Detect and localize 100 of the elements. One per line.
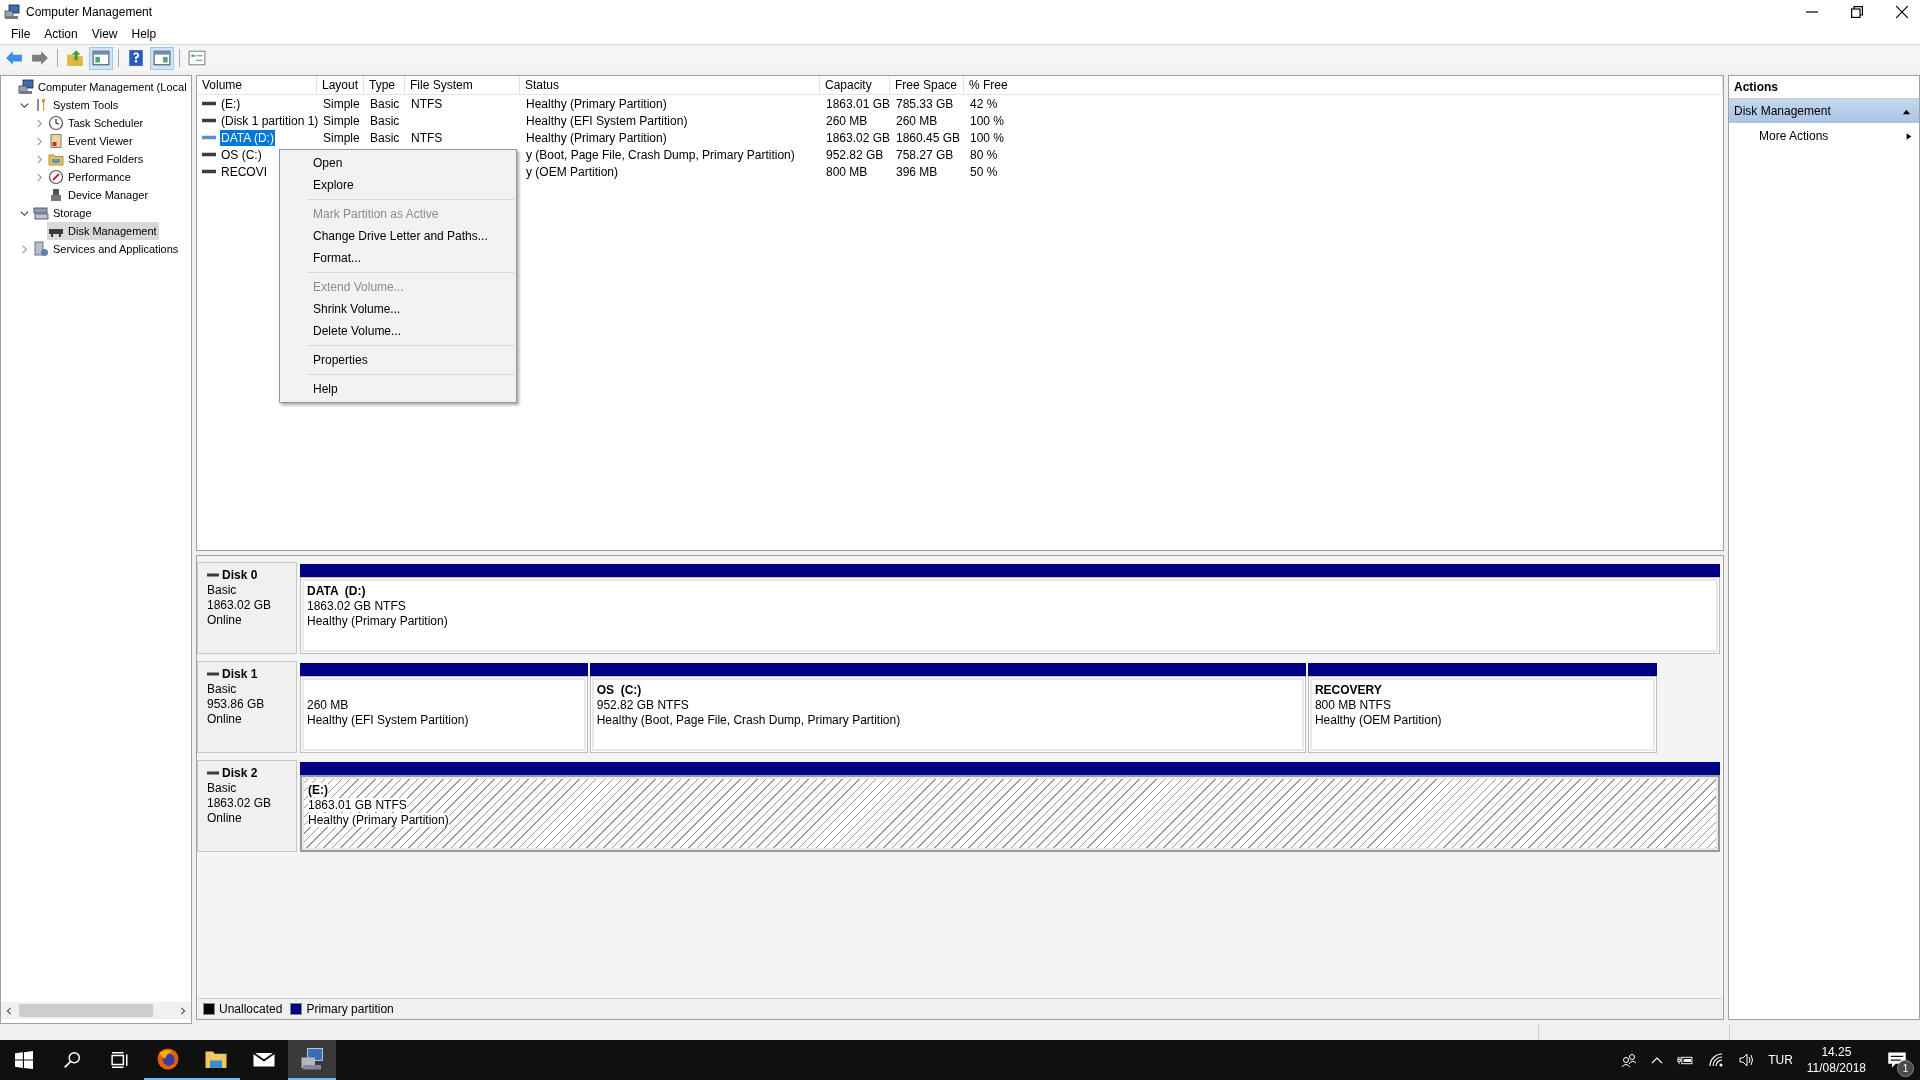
column-header[interactable]: % Free — [964, 76, 1723, 94]
collapse-icon[interactable] — [20, 208, 29, 218]
column-header[interactable]: Status — [520, 76, 820, 94]
column-header[interactable]: Layout — [317, 76, 364, 94]
action-link[interactable]: More Actions — [1759, 129, 1829, 143]
action-pane-button[interactable] — [150, 46, 174, 70]
table-cell: NTFS — [410, 95, 444, 112]
tree-item[interactable]: Computer Management (Local — [17, 78, 189, 96]
menu-item[interactable]: Delete Volume... — [280, 320, 516, 342]
collapse-icon[interactable] — [20, 100, 29, 110]
input-language[interactable]: TUR — [1768, 1053, 1793, 1067]
horizontal-scrollbar[interactable] — [1, 1002, 191, 1019]
menu-item[interactable]: Shrink Volume... — [280, 298, 516, 320]
tree-pane-button[interactable] — [89, 46, 113, 70]
volume-cell[interactable]: DATA (D:) — [220, 129, 275, 146]
column-header[interactable]: Volume — [197, 76, 317, 94]
menu-item[interactable]: Action — [37, 27, 85, 41]
menu-item[interactable]: View — [84, 27, 125, 41]
tree-item[interactable]: Event Viewer — [47, 132, 135, 150]
table-cell: Basic — [369, 129, 401, 146]
disk-label-panel[interactable]: Disk 1 Basic 953.86 GB Online — [197, 661, 297, 753]
expand-icon[interactable] — [35, 136, 44, 146]
partition-block[interactable]: (E:) 1863.01 GB NTFS Healthy (Primary Partition) — [300, 775, 1720, 852]
window-title: Computer Management — [26, 5, 153, 19]
disk-name: Disk 1 — [207, 667, 296, 681]
partition-block[interactable]: 260 MB Healthy (EFI System Partition) — [300, 676, 588, 753]
tree-item[interactable]: Disk Management — [47, 222, 159, 240]
table-cell: 1860.45 GB — [895, 129, 962, 146]
menu-item[interactable]: File — [4, 27, 38, 41]
menu-item[interactable]: Explore — [280, 174, 516, 196]
disk-label-panel[interactable]: Disk 0 Basic 1863.02 GB Online — [197, 562, 297, 654]
column-header[interactable]: Type — [364, 76, 405, 94]
volume-cell[interactable]: OS (C:) — [220, 146, 263, 163]
people-icon[interactable] — [1621, 1052, 1638, 1068]
partition-status: Healthy (OEM Partition) — [1314, 713, 1443, 727]
partition-block[interactable]: DATA (D:) 1863.02 GB NTFS Healthy (Primary Partition) — [300, 577, 1720, 654]
browser-icon — [156, 1047, 180, 1071]
disk-size: 953.86 GB — [207, 697, 266, 711]
menu-item[interactable]: Open — [280, 152, 516, 174]
partition-block[interactable]: RECOVERY 800 MB NTFS Healthy (OEM Partition) — [1307, 676, 1657, 753]
wifi-icon[interactable] — [1708, 1052, 1725, 1068]
menu-item[interactable]: Properties — [280, 349, 516, 371]
table-cell: Basic — [369, 95, 401, 112]
partition-label: DATA (D:) — [307, 584, 367, 598]
help-icon — [127, 49, 145, 67]
expand-icon[interactable] — [35, 118, 44, 128]
scroll-right-icon[interactable] — [179, 1006, 187, 1015]
expand-icon[interactable] — [20, 244, 29, 254]
disk-size: 1863.02 GB — [207, 598, 273, 612]
disk-label-panel[interactable]: Disk 2 Basic 1863.02 GB Online — [197, 760, 297, 852]
menu-item[interactable]: Help — [280, 378, 516, 400]
gauge-icon — [48, 169, 64, 185]
volume-cell[interactable]: RECOVI — [220, 163, 268, 180]
actions-section[interactable]: Disk Management — [1729, 99, 1919, 123]
disk-type: Basic — [207, 583, 238, 597]
table-cell: 785.33 GB — [895, 95, 955, 112]
column-header[interactable]: Capacity — [820, 76, 890, 94]
table-cell: Simple — [322, 95, 361, 112]
partition-size: 952.82 GB NTFS — [596, 698, 690, 712]
table-cell: y (OEM Partition) — [525, 163, 619, 180]
tree-pane-icon — [92, 49, 110, 67]
table-cell: 1863.01 GB — [825, 95, 892, 112]
disk-name: Disk 2 — [207, 766, 296, 780]
tree-item[interactable]: Shared Folders — [47, 150, 146, 168]
tree-item[interactable]: Device Manager — [47, 186, 151, 204]
table-cell: 260 MB — [825, 112, 869, 129]
drive-icon — [202, 100, 216, 107]
partition-status: Healthy (Boot, Page File, Crash Dump, Primary Partition) — [596, 713, 902, 727]
volume-icon[interactable] — [1738, 1052, 1755, 1068]
column-header[interactable]: Free Space — [890, 76, 964, 94]
table-cell: 800 MB — [825, 163, 869, 180]
menu-item[interactable]: Format... — [280, 247, 516, 269]
submenu-arrow-icon — [1905, 131, 1913, 141]
chevron-up-icon[interactable] — [1651, 1056, 1664, 1064]
drive-icon — [202, 151, 216, 158]
close-icon[interactable] — [1896, 6, 1908, 18]
tree-item[interactable]: System Tools — [32, 96, 121, 114]
partition-label: (E:) — [308, 783, 328, 797]
device-icon — [48, 187, 64, 203]
menu-item[interactable]: Change Drive Letter and Paths... — [280, 225, 516, 247]
clock[interactable]: 14.25 11/08/2018 — [1806, 1044, 1866, 1076]
partition-block[interactable]: OS (C:) 952.82 GB NTFS Healthy (Boot, Page File, Crash Dump, Primary Partition) — [589, 676, 1306, 753]
battery-icon[interactable] — [1677, 1054, 1695, 1066]
computer-management-taskbar-button[interactable] — [288, 1040, 336, 1080]
table-cell: 80 % — [969, 146, 999, 163]
folder-icon — [48, 151, 64, 167]
tree-item[interactable]: Task Scheduler — [47, 114, 146, 132]
menu-item[interactable]: Help — [124, 27, 164, 41]
partition-status: Healthy (EFI System Partition) — [307, 713, 470, 727]
expand-icon[interactable] — [35, 172, 44, 182]
disk-type: Basic — [207, 781, 238, 795]
expand-icon[interactable] — [35, 154, 44, 164]
tree-item[interactable]: Performance — [47, 168, 133, 186]
volume-cell[interactable]: (Disk 1 partition 1) — [220, 112, 320, 129]
scroll-left-icon[interactable] — [5, 1006, 13, 1015]
restore-icon[interactable] — [1851, 6, 1863, 18]
volume-cell[interactable]: (E:) — [220, 95, 242, 112]
tree-item[interactable]: Services and Applications — [32, 240, 181, 258]
tree-item[interactable]: Storage — [32, 204, 94, 222]
column-header[interactable]: File System — [405, 76, 520, 94]
